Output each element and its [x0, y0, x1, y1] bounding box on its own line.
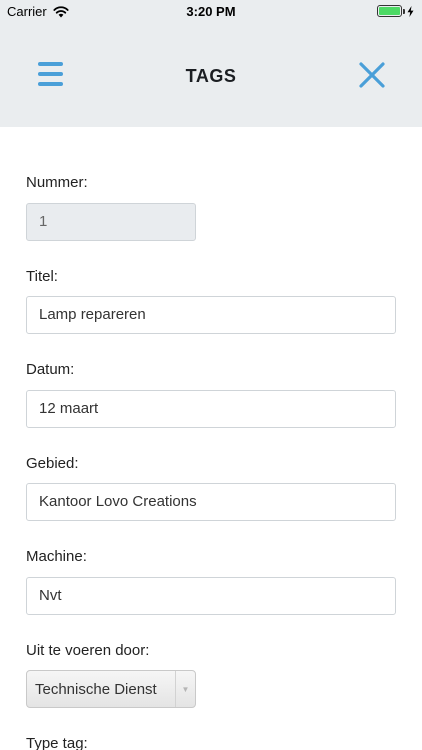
nav-bar: TAGS: [0, 24, 422, 127]
status-bar: Carrier 3:20 PM: [0, 0, 422, 24]
machine-label: Machine:: [26, 548, 87, 565]
uitvoerder-select[interactable]: Technische Dienst ▼: [26, 670, 196, 708]
nummer-field: 1: [26, 203, 196, 241]
machine-field[interactable]: Nvt: [26, 577, 396, 615]
gebied-label: Gebied:: [26, 455, 79, 472]
uitvoerder-label: Uit te voeren door:: [26, 642, 150, 659]
nummer-label: Nummer:: [26, 174, 88, 191]
clock: 3:20 PM: [186, 4, 236, 19]
chevron-down-icon: ▼: [175, 671, 195, 707]
datum-field[interactable]: 12 maart: [26, 390, 396, 428]
close-icon[interactable]: [357, 60, 387, 90]
charging-icon: [407, 5, 414, 17]
type-tag-label: Type tag:: [26, 735, 88, 750]
datum-label: Datum:: [26, 361, 75, 378]
battery-icon: [377, 5, 414, 17]
titel-field[interactable]: Lamp repareren: [26, 296, 396, 334]
gebied-field[interactable]: Kantoor Lovo Creations: [26, 483, 396, 521]
titel-label: Titel:: [26, 268, 58, 285]
uitvoerder-selected: Technische Dienst: [35, 680, 157, 698]
